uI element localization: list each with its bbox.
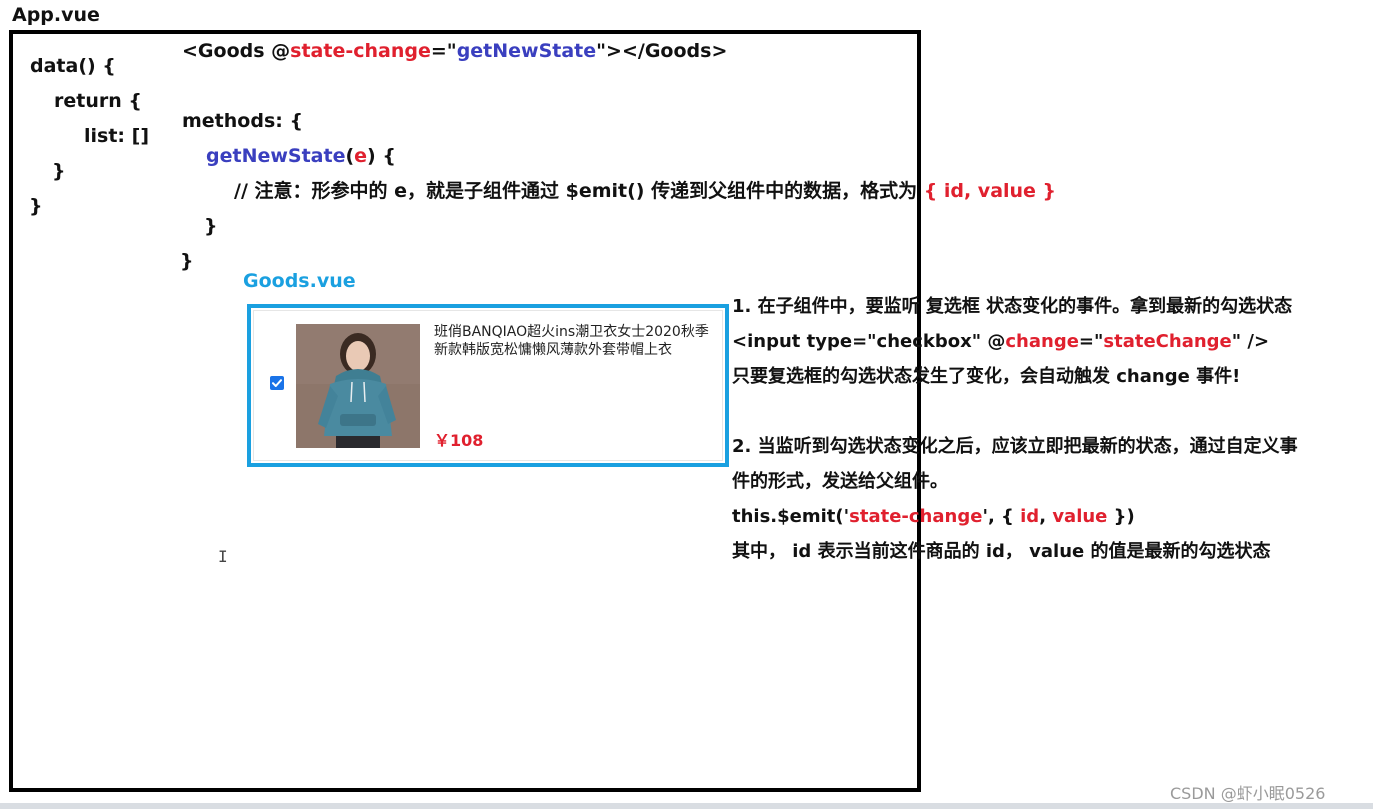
method-close-inner: } bbox=[204, 215, 218, 237]
method-paren-close: ) { bbox=[367, 145, 396, 167]
goods-card: 班俏BANQIAO超火ins潮卫衣女士2020秋季新款韩版宽松慵懒风薄款外套带帽… bbox=[247, 304, 729, 467]
checkmark-icon bbox=[272, 379, 282, 387]
note-input-line: <input type="checkbox" @change="stateCha… bbox=[732, 330, 1269, 354]
note-emit-line: this.$emit('state-change', { id, value }… bbox=[732, 505, 1135, 529]
method-signature: getNewState(e) { bbox=[206, 144, 396, 168]
data-block-line-3: list: [] bbox=[84, 125, 149, 147]
note-step2-desc: 其中， id 表示当前这件商品的 id， value 的值是最新的勾选状态 bbox=[732, 541, 1271, 562]
goods-image bbox=[296, 324, 420, 448]
product-photo-illustration bbox=[296, 324, 420, 448]
data-block-line-4: } bbox=[52, 160, 66, 182]
method-param: e bbox=[354, 145, 368, 167]
method-name: getNewState bbox=[206, 145, 346, 167]
template-event: state-change bbox=[290, 40, 431, 62]
method-comment: // 注意：形参中的 e，就是子组件通过 $emit() 传递到父组件中的数据，… bbox=[234, 179, 1056, 203]
method-paren-open: ( bbox=[345, 145, 355, 167]
emit-p2: ', { bbox=[982, 506, 1021, 527]
template-eq: =" bbox=[430, 40, 457, 62]
input-line-p1: <input type="checkbox" @ bbox=[732, 331, 1006, 352]
data-block-line-5: } bbox=[29, 195, 43, 217]
template-handler: getNewState bbox=[456, 40, 597, 62]
goods-vue-title: Goods.vue bbox=[243, 270, 356, 292]
text-cursor-icon: I bbox=[218, 547, 228, 566]
data-block-line-2: return { bbox=[54, 90, 142, 112]
watermark: CSDN @虾小眠0526 bbox=[1170, 784, 1326, 803]
data-block-line-1: data() { bbox=[30, 55, 116, 77]
emit-id: id bbox=[1020, 506, 1040, 527]
note-step2-a: 2. 当监听到勾选状态变化之后，应该立即把最新的状态，通过自定义事 bbox=[732, 436, 1298, 457]
horizontal-scrollbar[interactable] bbox=[0, 803, 1373, 809]
emit-event: state-change bbox=[849, 506, 983, 527]
template-close: "></Goods> bbox=[596, 40, 728, 62]
input-line-eq: =" bbox=[1078, 331, 1104, 352]
note-step1: 1. 在子组件中，要监听 复选框 状态变化的事件。拿到最新的勾选状态 bbox=[732, 296, 1293, 317]
goods-card-inner: 班俏BANQIAO超火ins潮卫衣女士2020秋季新款韩版宽松慵懒风薄款外套带帽… bbox=[253, 310, 723, 461]
input-line-handler: stateChange bbox=[1103, 331, 1232, 352]
goods-checkbox[interactable] bbox=[270, 376, 284, 390]
note-step1-desc: 只要复选框的勾选状态发生了变化，会自动触发 change 事件! bbox=[732, 366, 1241, 387]
note-step2-b: 件的形式，发送给父组件。 bbox=[732, 471, 948, 492]
emit-p3: }) bbox=[1107, 506, 1135, 527]
goods-price: ￥108 bbox=[434, 431, 484, 450]
template-open: <Goods @ bbox=[182, 40, 291, 62]
emit-p1: this.$emit(' bbox=[732, 506, 850, 527]
method-close-outer: } bbox=[180, 250, 194, 272]
input-line-p2: " /> bbox=[1231, 331, 1270, 352]
input-line-event: change bbox=[1005, 331, 1079, 352]
goods-template-line: <Goods @state-change="getNewState"></Goo… bbox=[182, 39, 727, 63]
emit-value: value bbox=[1052, 506, 1108, 527]
comment-format: { id, value } bbox=[923, 180, 1057, 202]
methods-line: methods: { bbox=[182, 110, 303, 132]
emit-comma: , bbox=[1039, 506, 1053, 527]
goods-name: 班俏BANQIAO超火ins潮卫衣女士2020秋季新款韩版宽松慵懒风薄款外套带帽… bbox=[434, 324, 709, 358]
app-vue-title: App.vue bbox=[12, 4, 100, 26]
comment-text: // 注意：形参中的 e，就是子组件通过 $emit() 传递到父组件中的数据，… bbox=[234, 180, 924, 202]
